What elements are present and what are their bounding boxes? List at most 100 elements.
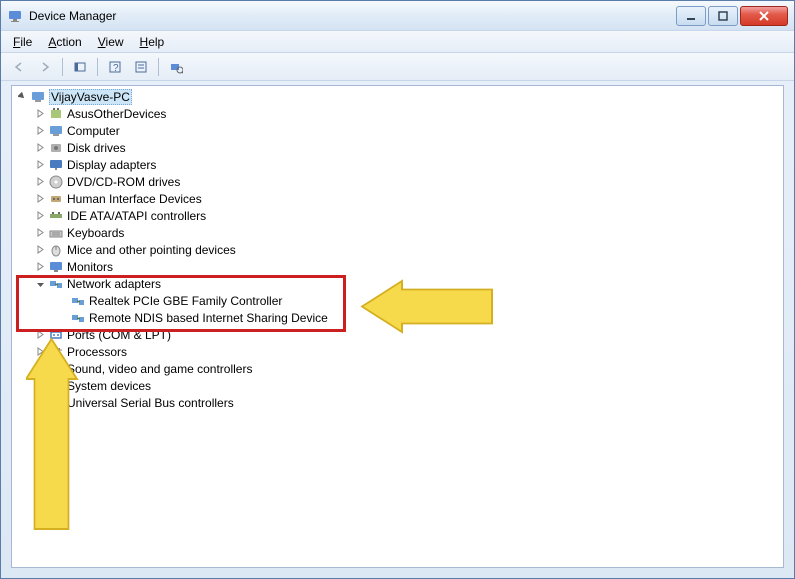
- disk-icon: [48, 140, 64, 156]
- menu-help[interactable]: Help: [132, 33, 173, 51]
- expand-icon[interactable]: [34, 397, 46, 409]
- toolbar-separator: [158, 58, 159, 76]
- expand-icon[interactable]: [34, 329, 46, 341]
- expand-icon[interactable]: [34, 125, 46, 137]
- expand-icon[interactable]: [34, 108, 46, 120]
- tree-node-label: Universal Serial Bus controllers: [67, 396, 234, 410]
- tree-node-label: IDE ATA/ATAPI controllers: [67, 209, 206, 223]
- sound-icon: [48, 361, 64, 377]
- toolbar-separator: [62, 58, 63, 76]
- svg-text:?: ?: [113, 63, 119, 74]
- tree-node-label: Monitors: [67, 260, 113, 274]
- tree-node-sound-video-and-game-controllers[interactable]: Sound, video and game controllers: [12, 360, 783, 377]
- tree-node-mice-and-other-pointing-devices[interactable]: Mice and other pointing devices: [12, 241, 783, 258]
- expand-icon[interactable]: [34, 176, 46, 188]
- tree-node-keyboards[interactable]: Keyboards: [12, 224, 783, 241]
- titlebar[interactable]: Device Manager: [1, 1, 794, 31]
- tree-node-label: Keyboards: [67, 226, 124, 240]
- expand-icon[interactable]: [34, 346, 46, 358]
- tree-node-dvd-cd-rom-drives[interactable]: DVD/CD-ROM drives: [12, 173, 783, 190]
- port-icon: [48, 327, 64, 343]
- tree-node-label: Processors: [67, 345, 127, 359]
- expand-icon[interactable]: [34, 193, 46, 205]
- computer-icon: [30, 89, 46, 105]
- tree-node-display-adapters[interactable]: Display adapters: [12, 156, 783, 173]
- tree-node-label: Mice and other pointing devices: [67, 243, 236, 257]
- tree-node-label: Sound, video and game controllers: [67, 362, 252, 376]
- device-icon: [48, 106, 64, 122]
- scan-hardware-button[interactable]: [164, 56, 188, 78]
- hid-icon: [48, 191, 64, 207]
- tree-node-ide-ata-atapi-controllers[interactable]: IDE ATA/ATAPI controllers: [12, 207, 783, 224]
- menu-view[interactable]: View: [90, 33, 132, 51]
- tree-panel[interactable]: VijayVasve-PC AsusOtherDevices Computer …: [11, 85, 784, 568]
- tree-node-label: Disk drives: [67, 141, 126, 155]
- minimize-button[interactable]: [676, 6, 706, 26]
- computer-icon: [48, 123, 64, 139]
- expand-icon[interactable]: [34, 261, 46, 273]
- tree-node-computer[interactable]: Computer: [12, 122, 783, 139]
- tree-node-human-interface-devices[interactable]: Human Interface Devices: [12, 190, 783, 207]
- tree-node-disk-drives[interactable]: Disk drives: [12, 139, 783, 156]
- window-title: Device Manager: [29, 9, 676, 23]
- show-hide-console-button[interactable]: [68, 56, 92, 78]
- tree-node-ports-com-lpt-[interactable]: Ports (COM & LPT): [12, 326, 783, 343]
- tree-node-label: DVD/CD-ROM drives: [67, 175, 180, 189]
- window-controls: [676, 6, 788, 26]
- expand-icon[interactable]: [34, 227, 46, 239]
- toolbar: ?: [1, 53, 794, 81]
- forward-button: [33, 56, 57, 78]
- tree-root-label: VijayVasve-PC: [49, 89, 132, 105]
- tree-node-label: AsusOtherDevices: [67, 107, 166, 121]
- help-button[interactable]: ?: [103, 56, 127, 78]
- menu-action[interactable]: Action: [40, 33, 89, 51]
- expand-icon[interactable]: [34, 159, 46, 171]
- expand-icon[interactable]: [34, 142, 46, 154]
- tree-node-network-adapters[interactable]: Network adapters: [12, 275, 783, 292]
- tree-node-processors[interactable]: Processors: [12, 343, 783, 360]
- tree-node-monitors[interactable]: Monitors: [12, 258, 783, 275]
- network-icon: [48, 276, 64, 292]
- cdrom-icon: [48, 174, 64, 190]
- tree-node-label: Human Interface Devices: [67, 192, 202, 206]
- expand-icon[interactable]: [34, 244, 46, 256]
- back-button: [7, 56, 31, 78]
- tree-node-label: Network adapters: [67, 277, 161, 291]
- tree-root[interactable]: VijayVasve-PC: [12, 88, 783, 105]
- menubar: File Action View Help: [1, 31, 794, 53]
- network-icon: [70, 293, 86, 309]
- tree-node-label: Display adapters: [67, 158, 156, 172]
- toolbar-separator: [97, 58, 98, 76]
- properties-button[interactable]: [129, 56, 153, 78]
- network-icon: [70, 310, 86, 326]
- system-icon: [48, 378, 64, 394]
- mouse-icon: [48, 242, 64, 258]
- expand-icon[interactable]: [34, 210, 46, 222]
- monitor-icon: [48, 259, 64, 275]
- ide-icon: [48, 208, 64, 224]
- cpu-icon: [48, 344, 64, 360]
- tree-node-label: Computer: [67, 124, 120, 138]
- collapse-icon[interactable]: [16, 91, 28, 103]
- maximize-button[interactable]: [708, 6, 738, 26]
- close-button[interactable]: [740, 6, 788, 26]
- tree-node-label: System devices: [67, 379, 151, 393]
- tree-node-asusotherdevices[interactable]: AsusOtherDevices: [12, 105, 783, 122]
- tree-node-universal-serial-bus-controllers[interactable]: Universal Serial Bus controllers: [12, 394, 783, 411]
- usb-icon: [48, 395, 64, 411]
- expand-icon[interactable]: [34, 380, 46, 392]
- device-tree: VijayVasve-PC AsusOtherDevices Computer …: [12, 86, 783, 413]
- collapse-icon[interactable]: [34, 278, 46, 290]
- expand-icon[interactable]: [34, 363, 46, 375]
- keyboard-icon: [48, 225, 64, 241]
- display-icon: [48, 157, 64, 173]
- app-icon: [7, 8, 23, 24]
- tree-node-label: Ports (COM & LPT): [67, 328, 171, 342]
- tree-node-system-devices[interactable]: System devices: [12, 377, 783, 394]
- tree-child-remote-ndis-based-internet-sharing-device[interactable]: Remote NDIS based Internet Sharing Devic…: [12, 309, 783, 326]
- device-manager-window: Device Manager File Action View Help ?: [0, 0, 795, 579]
- menu-file[interactable]: File: [5, 33, 40, 51]
- tree-child-label: Realtek PCIe GBE Family Controller: [89, 294, 282, 308]
- tree-child-label: Remote NDIS based Internet Sharing Devic…: [89, 311, 328, 325]
- tree-child-realtek-pcie-gbe-family-controller[interactable]: Realtek PCIe GBE Family Controller: [12, 292, 783, 309]
